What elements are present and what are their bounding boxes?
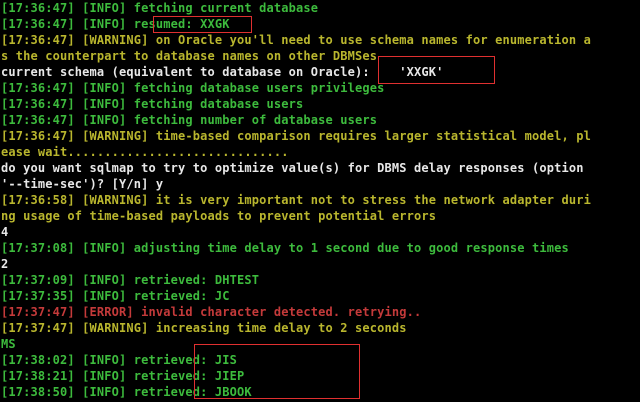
log-line: ease wait.............................. <box>1 145 289 159</box>
log-line: [17:36:47] [INFO] resumed: XXGK <box>1 17 230 31</box>
log-line: [17:37:47] [WARNING] increasing time del… <box>1 321 407 335</box>
log-line: s the counterpart to database names on o… <box>1 49 378 63</box>
log-line: [17:38:21] [INFO] retrieved: JIEP <box>1 369 245 383</box>
log-line: [17:38:50] [INFO] retrieved: JBOOK <box>1 385 252 399</box>
output-line: 4 <box>1 225 9 239</box>
log-line: [17:36:47] [WARNING] time-based comparis… <box>1 129 591 143</box>
error-line: [17:37:47] [ERROR] invalid character det… <box>1 305 422 319</box>
prompt-line: '--time-sec')? [Y/n] y <box>1 177 164 191</box>
terminal-window[interactable]: [17:36:47] [INFO] fetching current datab… <box>0 0 640 402</box>
log-line: current schema (equivalent to database o… <box>1 65 444 79</box>
log-line: [17:36:58] [WARNING] it is very importan… <box>1 193 591 207</box>
output-line: MS <box>1 337 16 351</box>
log-line: [17:36:47] [INFO] fetching current datab… <box>1 1 319 15</box>
log-line: ng usage of time-based payloads to preve… <box>1 209 437 223</box>
log-line: [17:36:47] [WARNING] on Oracle you'll ne… <box>1 33 591 47</box>
log-line: [17:37:35] [INFO] retrieved: JC <box>1 289 230 303</box>
prompt-line: do you want sqlmap to try to optimize va… <box>1 161 584 175</box>
log-line: [17:36:47] [INFO] fetching database user… <box>1 81 385 95</box>
output-line: 2 <box>1 257 9 271</box>
log-line: [17:36:47] [INFO] fetching number of dat… <box>1 113 378 127</box>
log-line: [17:37:09] [INFO] retrieved: DHTEST <box>1 273 260 287</box>
log-line: [17:38:02] [INFO] retrieved: JIS <box>1 353 237 367</box>
log-line: [17:37:08] [INFO] adjusting time delay t… <box>1 241 569 255</box>
log-line: [17:36:47] [INFO] fetching database user… <box>1 97 304 111</box>
